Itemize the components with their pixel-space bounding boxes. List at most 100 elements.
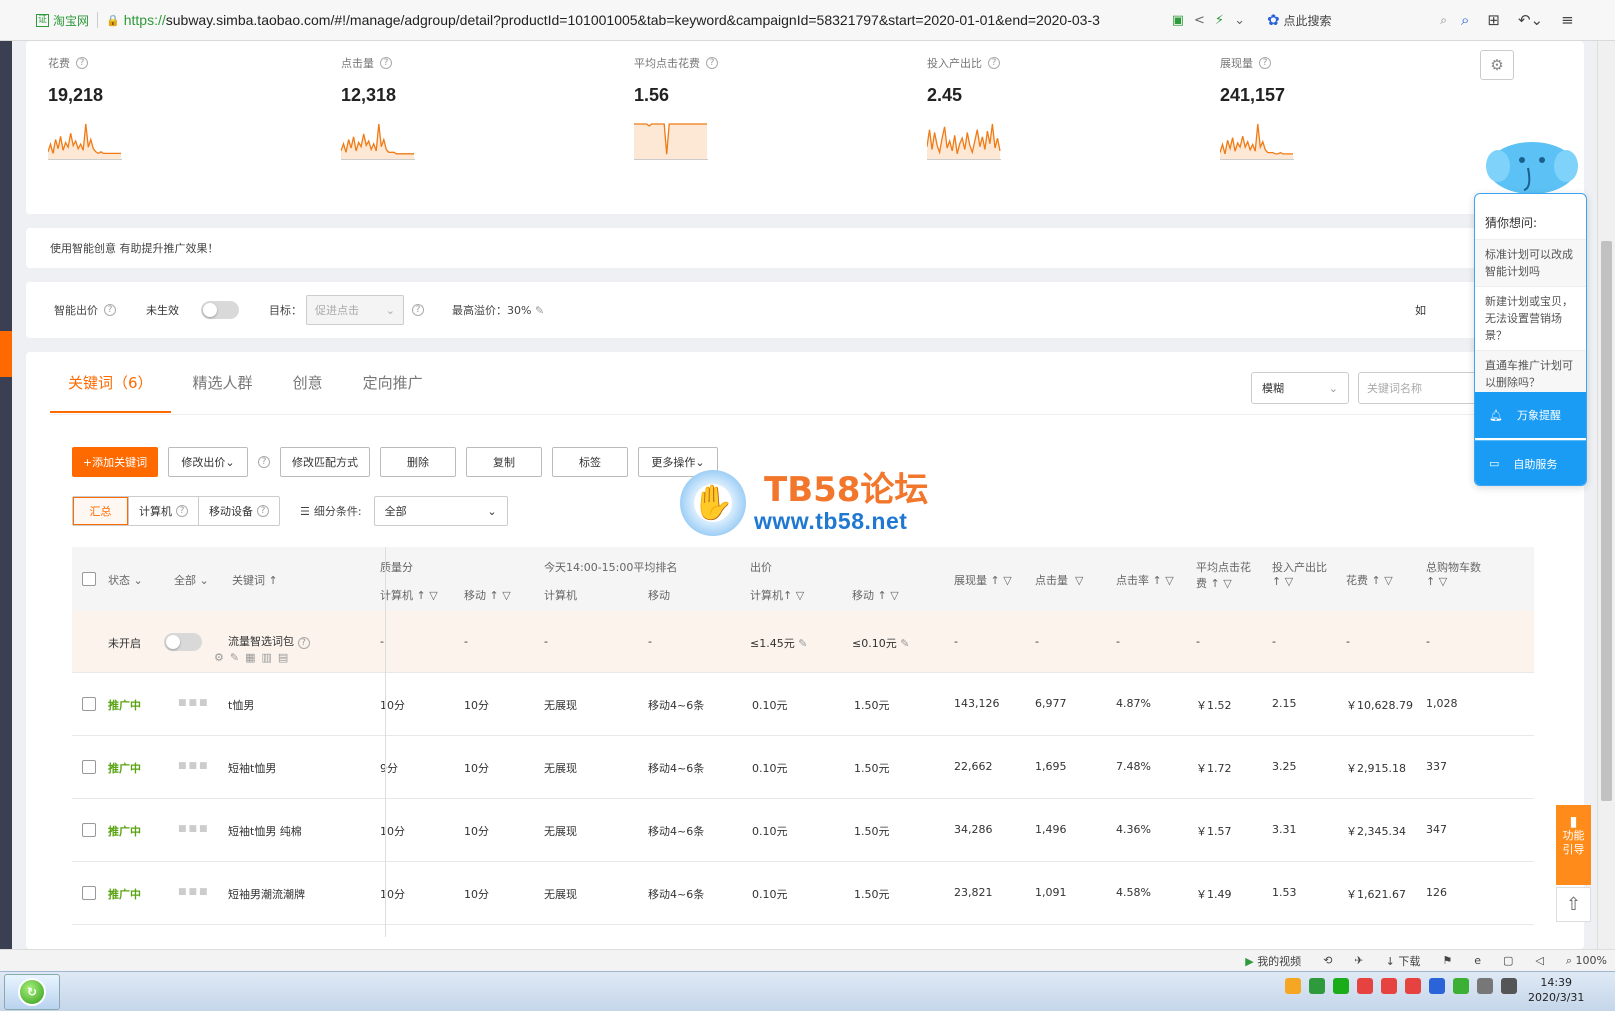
assistant-question-1[interactable]: 标准计划可以改成智能计划吗 xyxy=(1475,239,1586,286)
quality-pc-header[interactable]: 计算机 ↑ ▽ xyxy=(380,587,438,603)
bid-mobile-header[interactable]: 移动 ↑ ▽ xyxy=(852,587,899,603)
cart-header[interactable]: 总购物车数 ↑ ▽ xyxy=(1426,559,1481,588)
add-keyword-button[interactable]: +添加关键词 xyxy=(72,447,158,477)
tag-button[interactable]: 标签 xyxy=(552,447,628,477)
tray-qq-icon[interactable] xyxy=(1357,978,1373,994)
help-icon[interactable]: ? xyxy=(412,304,424,316)
metric-card[interactable]: 平均点击花费? 1.56 xyxy=(634,55,718,160)
assistant-question-3[interactable]: 直通车推广计划可以删除吗？ xyxy=(1475,350,1586,397)
delete-button[interactable]: 删除 xyxy=(380,447,456,477)
condition-select[interactable]: 全部 ⌄ xyxy=(373,496,508,526)
smart-bid-toggle[interactable] xyxy=(201,301,239,319)
ctr-header[interactable]: 点击率 ↑ ▽ xyxy=(1116,572,1174,588)
my-video-link[interactable]: ▶ 我的视频 xyxy=(1245,953,1301,969)
help-icon[interactable]: ? xyxy=(176,505,188,517)
tray-network-icon[interactable] xyxy=(1501,978,1517,994)
row-action-icons[interactable]: ⚙✎▦▥▤ xyxy=(214,651,294,664)
smart-pack-toggle[interactable] xyxy=(164,633,202,651)
modify-match-button[interactable]: 修改匹配方式 xyxy=(280,447,370,477)
window-icon[interactable]: ▢ xyxy=(1503,954,1513,967)
tab-audience[interactable]: 精选人群 xyxy=(175,352,271,413)
segment-summary[interactable]: 汇总 xyxy=(73,497,128,525)
tab-creative[interactable]: 创意 xyxy=(275,352,341,413)
reminder-button[interactable]: 🔔︎ 万象提醒 xyxy=(1475,392,1586,438)
back-to-top-button[interactable]: ⇧ xyxy=(1556,887,1591,922)
tray-volume-icon[interactable] xyxy=(1477,978,1493,994)
row-tags[interactable]: ■■■ xyxy=(178,887,210,897)
keyword-header[interactable]: 关键词 ↑ xyxy=(232,572,278,588)
match-mode-select[interactable]: 模糊 ⌄ xyxy=(1251,372,1349,404)
all-filter[interactable]: 全部 ⌄ xyxy=(174,572,209,588)
cell-bid-mobile[interactable]: 1.50元 xyxy=(854,823,890,839)
segment-mobile[interactable]: 移动设备? xyxy=(198,497,279,525)
tray-app-icon[interactable] xyxy=(1285,978,1301,994)
reader-icon[interactable]: ▣ xyxy=(1172,13,1184,28)
keyword-search-input[interactable]: 关键词名称 xyxy=(1358,372,1478,404)
segment-pc[interactable]: 计算机? xyxy=(128,497,198,525)
select-all-checkbox[interactable] xyxy=(82,572,96,586)
help-icon[interactable]: ? xyxy=(76,57,88,69)
row-keyword[interactable]: 短袖男潮流潮牌 xyxy=(228,886,305,902)
cell-bid-pc[interactable]: ≤1.45元 ✎ xyxy=(750,635,807,651)
download-link[interactable]: ↓ 下载 xyxy=(1386,953,1421,969)
cell-bid-pc[interactable]: 0.10元 xyxy=(752,886,788,902)
feature-guide-button[interactable]: ▮ 功能 引导 xyxy=(1556,805,1591,885)
cell-bid-pc[interactable]: 0.10元 xyxy=(752,697,788,713)
elephant-mascot-icon[interactable] xyxy=(1484,138,1580,198)
clicks-header[interactable]: 点击量 ▽ xyxy=(1035,572,1083,588)
row-checkbox[interactable] xyxy=(82,886,96,900)
cost-header[interactable]: 花费 ↑ ▽ xyxy=(1346,572,1393,588)
flag-icon[interactable]: ⚑ xyxy=(1442,954,1452,967)
metric-card[interactable]: 花费? 19,218 xyxy=(48,55,122,160)
help-icon[interactable]: ? xyxy=(1259,57,1271,69)
quality-mobile-header[interactable]: 移动 ↑ ▽ xyxy=(464,587,511,603)
cell-bid-mobile[interactable]: 1.50元 xyxy=(854,697,890,713)
row-checkbox[interactable] xyxy=(82,697,96,711)
help-icon[interactable]: ? xyxy=(297,637,310,649)
zoom-control[interactable]: ⌕ 100% xyxy=(1566,954,1607,968)
edit-icon[interactable]: ✎ xyxy=(535,304,544,317)
tray-qq-icon[interactable] xyxy=(1381,978,1397,994)
impressions-header[interactable]: 展现量 ↑ ▽ xyxy=(954,572,1012,588)
apps-icon[interactable]: ⊞ xyxy=(1487,11,1500,29)
magnify-icon[interactable]: ⌕ xyxy=(1461,11,1469,29)
help-icon[interactable]: ? xyxy=(104,304,116,316)
help-icon[interactable]: ? xyxy=(988,57,1000,69)
cert-badge[interactable]: 证 淘宝网 xyxy=(36,12,89,29)
undo-icon[interactable]: ↶⌄ xyxy=(1518,11,1543,29)
copy-button[interactable]: 复制 xyxy=(466,447,542,477)
pin-icon[interactable]: ✈ xyxy=(1354,954,1363,967)
cell-bid-pc[interactable]: 0.10元 xyxy=(752,823,788,839)
help-icon[interactable]: ? xyxy=(258,456,270,468)
help-icon[interactable]: ? xyxy=(380,57,392,69)
metric-card[interactable]: 展现量? 241,157 xyxy=(1220,55,1294,160)
help-icon[interactable]: ? xyxy=(257,505,269,517)
row-keyword[interactable]: 短袖t恤男 xyxy=(228,760,276,776)
settings-gear-button[interactable]: ⚙ xyxy=(1480,50,1514,80)
row-checkbox[interactable] xyxy=(82,760,96,774)
tray-ie-icon[interactable] xyxy=(1453,978,1469,994)
metric-card[interactable]: 点击量? 12,318 xyxy=(341,55,415,160)
bid-pc-header[interactable]: 计算机↑ ▽ xyxy=(750,587,804,603)
modify-bid-button[interactable]: 修改出价 ⌄ xyxy=(168,447,248,477)
edit-icon[interactable]: ✎ xyxy=(897,637,909,650)
roi-header[interactable]: 投入产出比 ↑ ▽ xyxy=(1272,559,1327,588)
row-keyword[interactable]: t恤男 xyxy=(228,697,254,713)
tab-targeting[interactable]: 定向推广 xyxy=(345,352,441,413)
status-header[interactable]: 状态 ⌄ xyxy=(108,572,143,588)
self-service-button[interactable]: ▭ 自助服务 xyxy=(1475,440,1586,485)
url-input[interactable]: https://subway.simba.taobao.com/#!/manag… xyxy=(124,12,1164,28)
system-clock[interactable]: 14:39 2020/3/31 xyxy=(1528,975,1584,1005)
chevron-down-icon[interactable]: ⌄ xyxy=(1234,13,1245,28)
search-engine-box[interactable]: ✿ 点此搜索 ⌕ xyxy=(1267,11,1447,29)
goal-select[interactable]: 促进点击 ⌄ xyxy=(306,295,404,325)
ie-icon[interactable]: e xyxy=(1474,954,1481,967)
row-tags[interactable]: ■■■ xyxy=(178,824,210,834)
tray-chat-icon[interactable] xyxy=(1309,978,1325,994)
scrollbar-thumb[interactable] xyxy=(1601,241,1612,801)
assistant-question-2[interactable]: 新建计划或宝贝，无法设置营销场景？ xyxy=(1475,286,1586,350)
search-icon[interactable]: ⌕ xyxy=(1440,13,1447,28)
cell-bid-mobile[interactable]: 1.50元 xyxy=(854,760,890,776)
sound-icon[interactable]: ◁ xyxy=(1535,954,1543,967)
metric-card[interactable]: 投入产出比? 2.45 xyxy=(927,55,1001,160)
